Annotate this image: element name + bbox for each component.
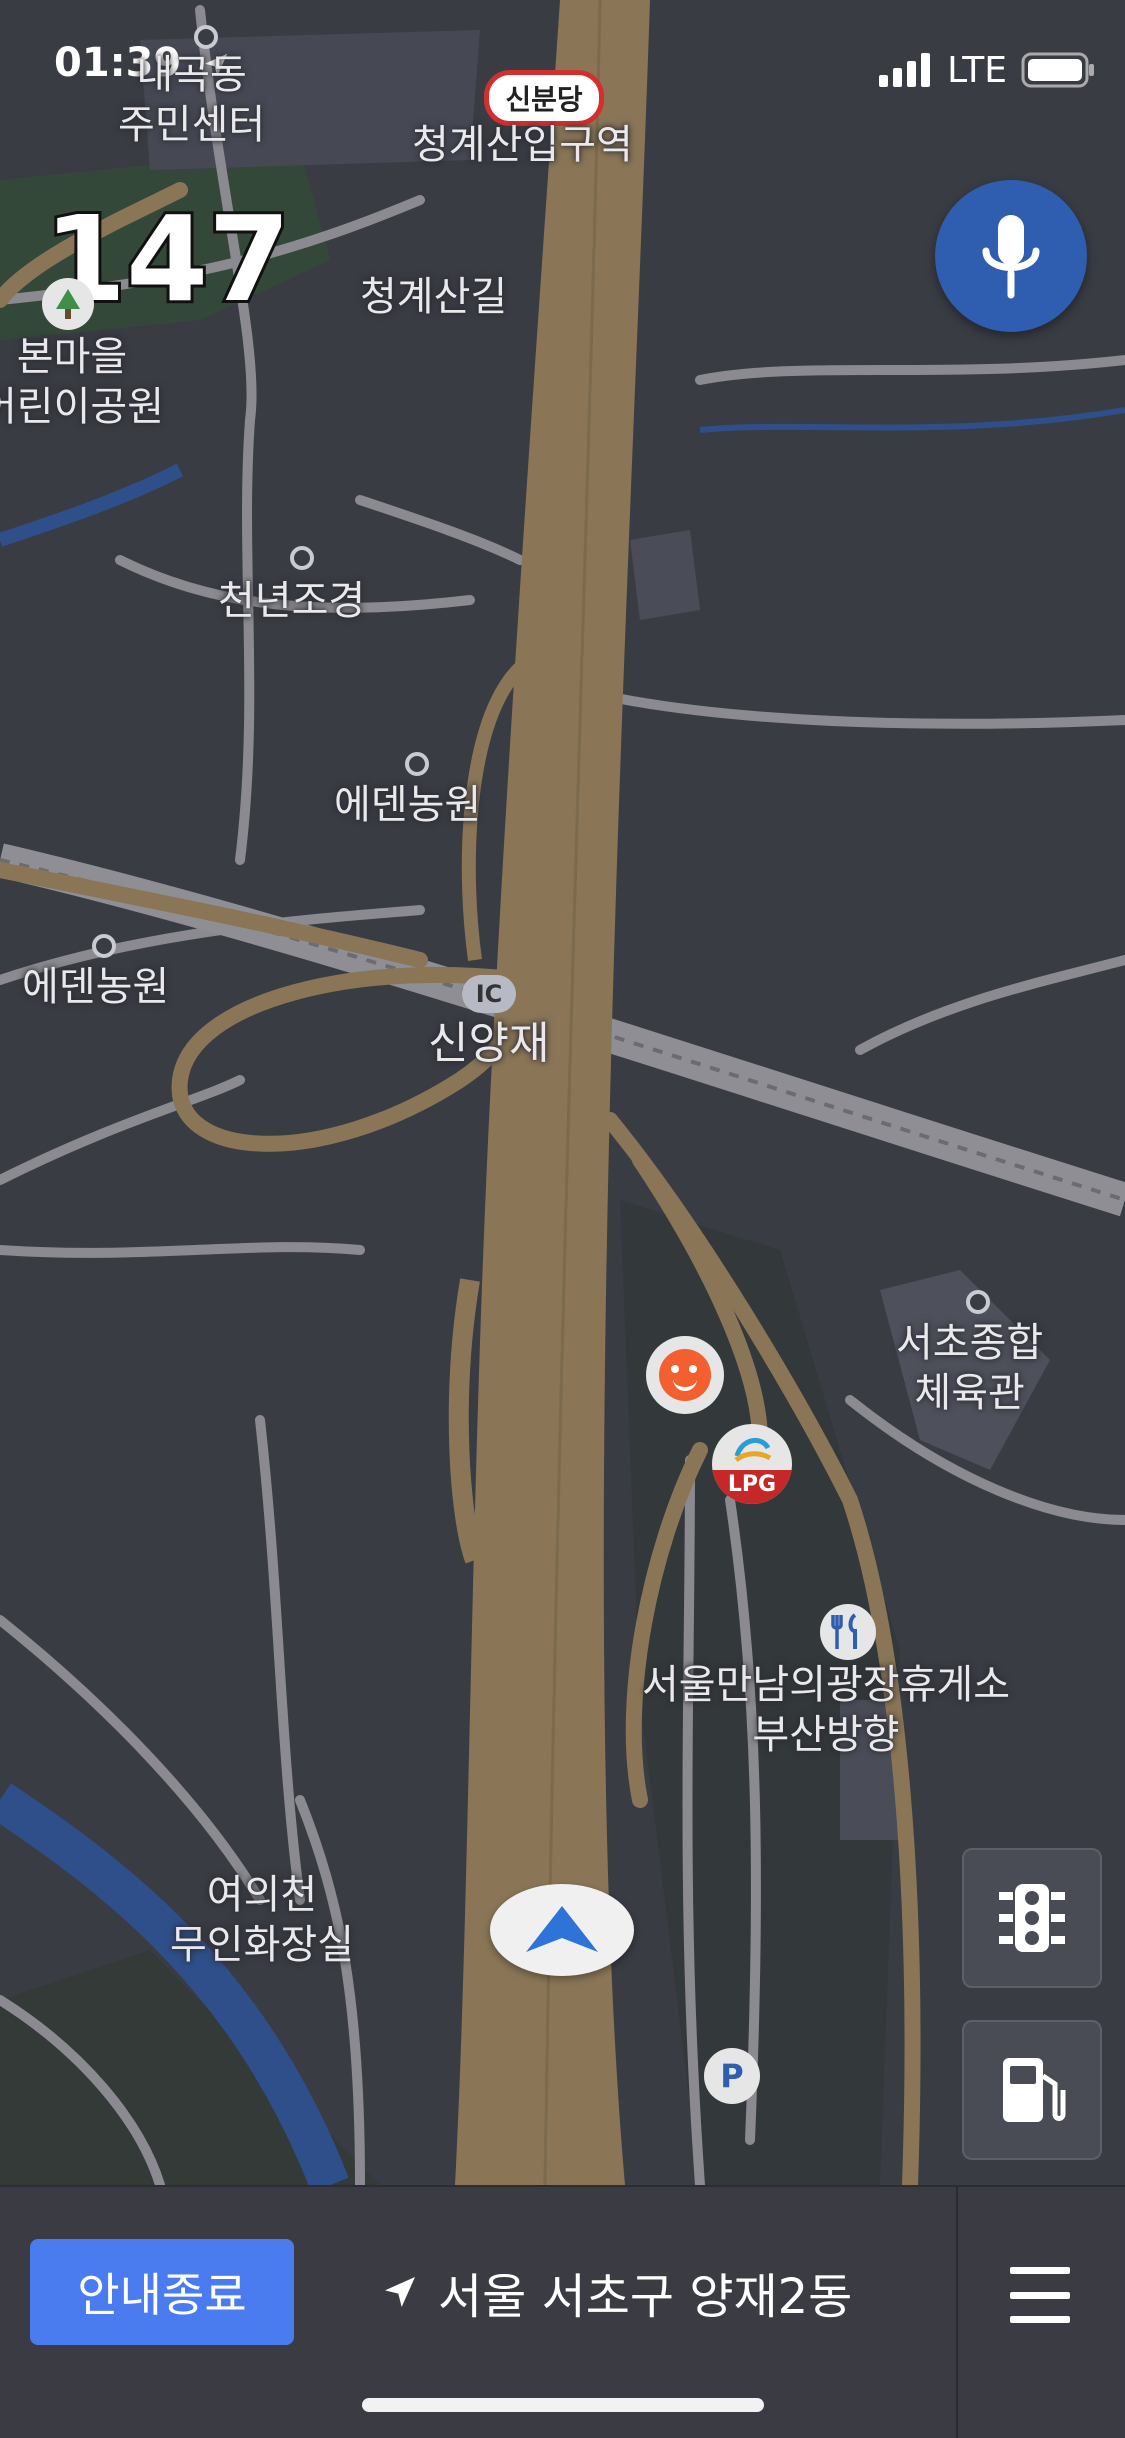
poi-marker[interactable] (290, 546, 314, 570)
map-label-eden-farm: 에덴농원 (334, 782, 482, 828)
map-label-sinyangjae-ic: 신양재 (428, 1018, 550, 1069)
metro-line-badge: 신분당 (484, 70, 604, 126)
poi-marker[interactable] (405, 752, 429, 776)
mic-icon (982, 215, 1040, 299)
location-arrow-icon (385, 2277, 415, 2307)
park-tree-icon[interactable] (42, 278, 94, 330)
network-type: LTE (947, 49, 1007, 91)
parking-label: P (720, 2057, 744, 2095)
current-address: 서울 서초구 양재2동 (380, 2257, 852, 2327)
menu-icon[interactable] (1010, 2267, 1070, 2323)
map-label-yeouicheon-restroom: 여의천 무인화장실 (170, 1872, 354, 1968)
current-address-text: 서울 서초구 양재2동 (438, 2269, 853, 2325)
poi-marker[interactable] (92, 934, 116, 958)
map-label-cheonggyesan-station: 청계산입구역 (412, 122, 633, 168)
ic-badge: IC (462, 975, 516, 1013)
map-label-seocho-sports-center: 서초종합 체육관 (896, 1320, 1044, 1416)
poi-marker[interactable] (966, 1290, 990, 1314)
navigation-arrow-icon (526, 1906, 598, 1952)
lpg-station-icon[interactable]: LPG (712, 1424, 792, 1504)
traffic-light-icon (999, 1884, 1065, 1952)
map-label-rest-area: 서울만남의광장휴게소 부산방향 (642, 1662, 1010, 1758)
battery-icon (1021, 52, 1094, 88)
restaurant-icon[interactable] (820, 1604, 876, 1660)
home-indicator[interactable] (362, 2398, 764, 2412)
map-label-cheonnyeon-landscape: 천년조경 (218, 578, 366, 624)
poi-marker[interactable] (194, 25, 218, 49)
end-guidance-button[interactable]: 안내종료 (30, 2239, 294, 2345)
lpg-label: LPG (712, 1470, 792, 1504)
traffic-toggle-button[interactable] (962, 1848, 1102, 1988)
map-label-naegok-center: 내곡동 주민센터 (118, 52, 266, 148)
divider (956, 2187, 958, 2438)
map-label-bonmaeul-park: 본마을 어린이공원 (0, 334, 164, 430)
signal-icon (879, 53, 931, 87)
current-location-marker (490, 1884, 634, 1976)
parking-icon[interactable]: P (704, 2048, 760, 2104)
map-label-eden-farm-2: 에덴농원 (22, 964, 170, 1010)
gas-station-icon (1003, 2058, 1066, 2122)
map-label-cheonggyesan-road: 청계산길 (360, 274, 508, 320)
gas-station-button[interactable] (962, 2020, 1102, 2160)
convenience-store-icon[interactable] (646, 1336, 724, 1414)
voice-search-button[interactable] (935, 180, 1087, 332)
status-right: LTE (879, 40, 1095, 100)
